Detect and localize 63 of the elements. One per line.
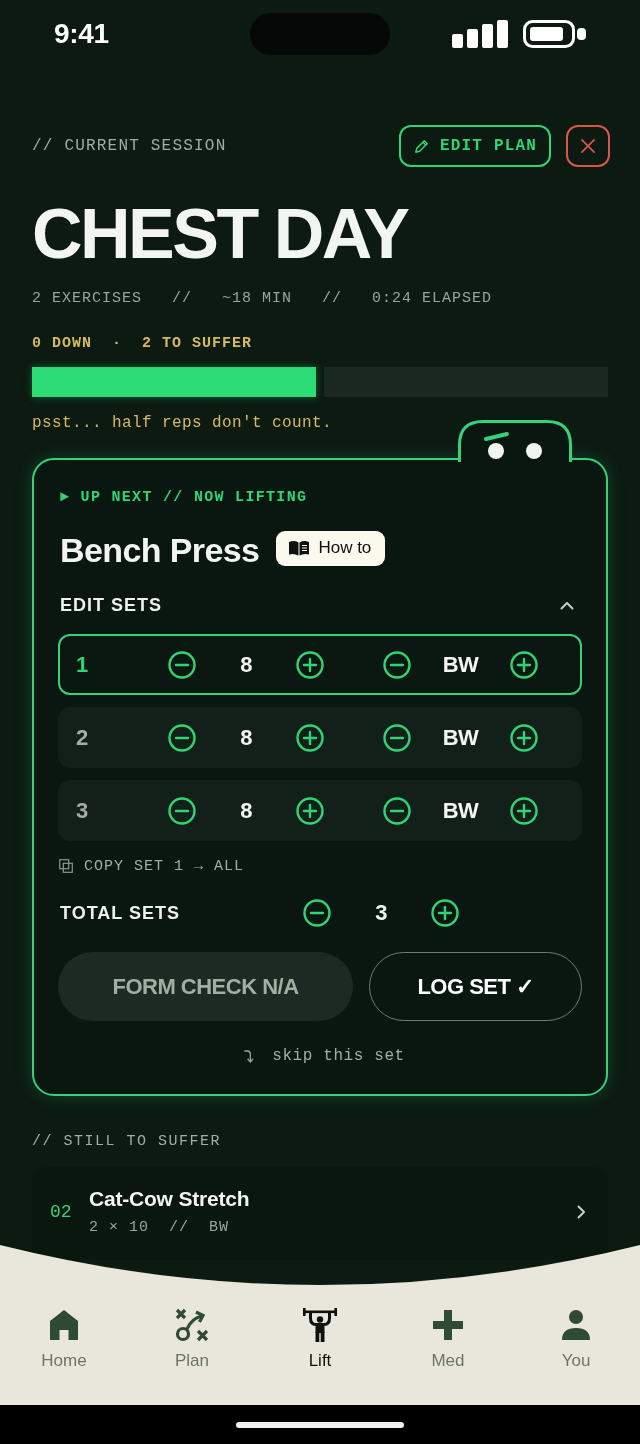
tab-item[interactable]: Home (41, 1307, 87, 1371)
pencil-icon (412, 137, 430, 155)
plus-circle-icon[interactable] (296, 723, 324, 752)
total-sets-value: 3 (374, 900, 388, 926)
set-number: 1 (75, 651, 90, 678)
total-sets-label: TOTAL SETS (59, 902, 181, 924)
set-number: 2 (75, 724, 90, 751)
tip-text: psst... half reps don't count. (32, 413, 334, 433)
weight-value: BW (441, 724, 480, 751)
signal-icon (452, 20, 508, 48)
minus-circle-icon[interactable] (303, 899, 331, 927)
plus-circle-icon[interactable] (296, 796, 324, 825)
chevron-right-icon (577, 1205, 586, 1219)
plus-circle-icon[interactable] (431, 899, 459, 927)
minus-circle-icon[interactable] (383, 796, 411, 825)
session-meta: 2 EXERCISES // ~18 MIN // 0:24 ELAPSED (32, 289, 494, 309)
exercise-name: Bench Press (60, 530, 260, 570)
close-button[interactable] (566, 125, 610, 167)
section-label: // CURRENT SESSION (32, 137, 227, 155)
reps-value: 8 (239, 797, 253, 824)
copy-icon (59, 859, 73, 873)
weightlifter-icon (302, 1307, 338, 1343)
section-label: // STILL TO SUFFER (32, 1132, 223, 1152)
edit-sets-label: EDIT SETS (60, 594, 162, 617)
set-row[interactable]: 1 8 BW (58, 634, 582, 695)
set-row[interactable]: 2 8 BW (58, 707, 582, 768)
reps-value: 8 (239, 651, 253, 678)
minus-circle-icon[interactable] (168, 723, 196, 752)
session-title: CHEST DAY (32, 199, 410, 269)
minus-circle-icon[interactable] (168, 650, 196, 679)
minus-circle-icon[interactable] (383, 650, 411, 679)
exercise-detail: 2 × 10 // BW (89, 1218, 231, 1238)
turn-down-arrow-icon (243, 1048, 255, 1064)
tab-item[interactable]: You (558, 1307, 594, 1371)
play-diagram-icon (174, 1307, 210, 1343)
weight-value: BW (441, 651, 480, 678)
progress-label: 0 DOWN · 2 TO SUFFER (32, 334, 254, 354)
close-icon (581, 139, 595, 153)
plus-circle-icon[interactable] (510, 650, 538, 679)
status-label: ► UP NEXT // NOW LIFTING (59, 488, 309, 508)
tab-item[interactable]: Plan (174, 1307, 210, 1371)
copy-set-button[interactable]: COPY SET 1 → ALL (58, 856, 245, 876)
battery-icon (523, 20, 587, 48)
minus-circle-icon[interactable] (168, 796, 196, 825)
exercise-name: Cat-Cow Stretch (89, 1186, 251, 1212)
edit-plan-button[interactable]: EDIT PLAN (399, 125, 551, 167)
book-icon (288, 540, 311, 556)
plus-circle-icon[interactable] (510, 723, 538, 752)
plus-circle-icon[interactable] (296, 650, 324, 679)
exercise-number: 02 (50, 1202, 73, 1222)
tab-item[interactable]: Med (430, 1307, 466, 1371)
weight-value: BW (441, 797, 480, 824)
how-to-button[interactable]: How to (276, 530, 386, 566)
status-time: 9:41 (54, 18, 109, 49)
set-number: 3 (75, 797, 90, 824)
plus-icon (430, 1307, 466, 1343)
tab-item[interactable]: Lift (302, 1307, 338, 1371)
minus-circle-icon[interactable] (383, 723, 411, 752)
chevron-icon[interactable] (560, 600, 574, 610)
reps-value: 8 (239, 724, 253, 751)
skip-set-link[interactable]: skip this set (243, 1046, 405, 1066)
set-row[interactable]: 3 8 BW (58, 780, 582, 841)
plus-circle-icon[interactable] (510, 796, 538, 825)
